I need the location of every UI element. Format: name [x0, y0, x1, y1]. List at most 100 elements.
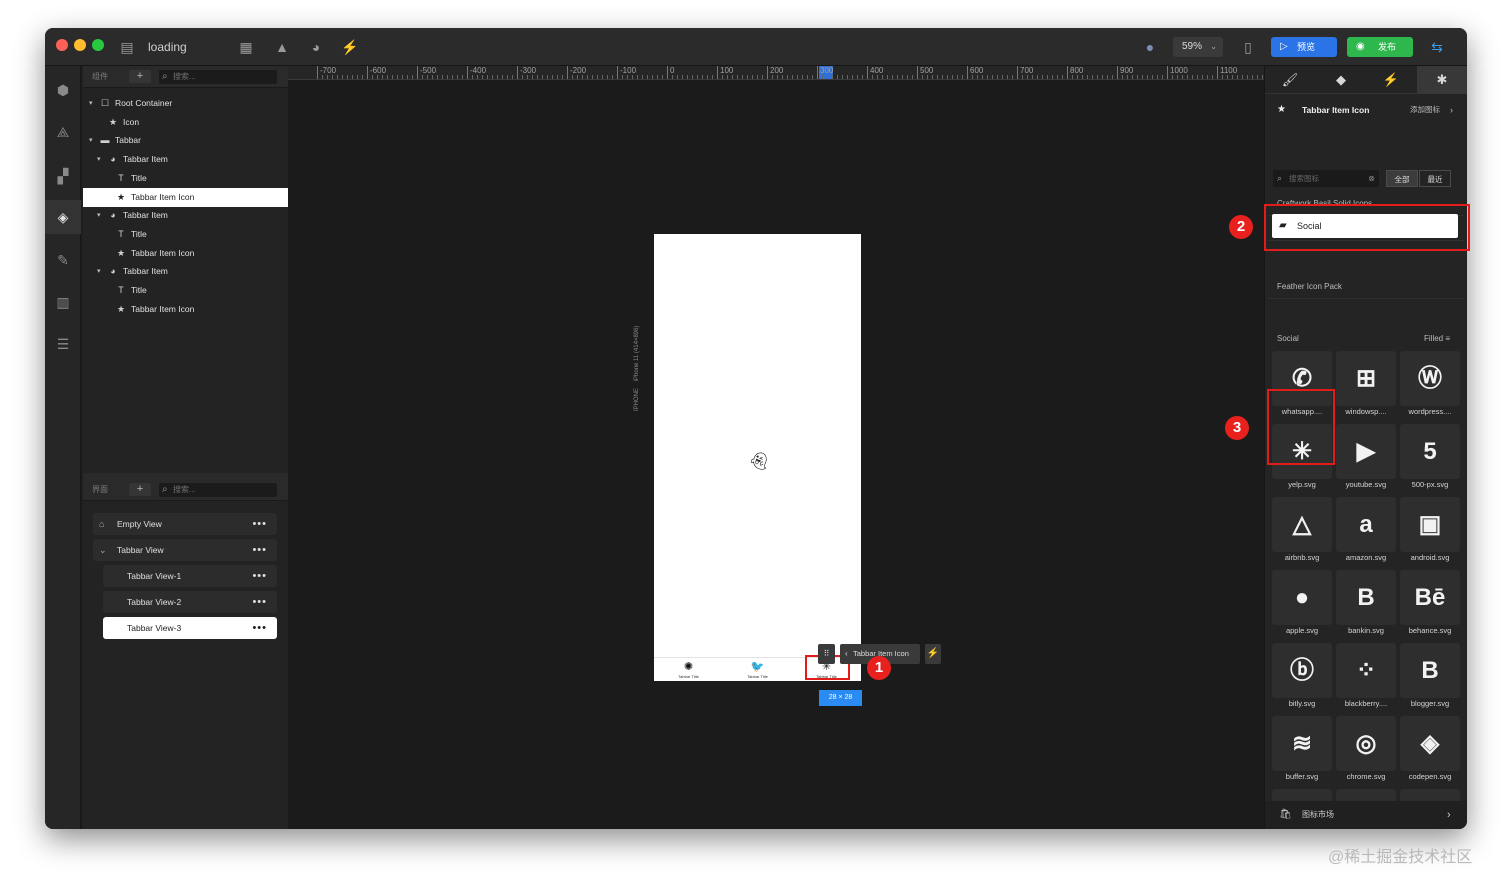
- icon-cell[interactable]: ≋ buffer.svg: [1272, 716, 1332, 786]
- icon-cell[interactable]: ▣ android.svg: [1400, 497, 1460, 567]
- icon-cell[interactable]: ◈ codepen.svg: [1400, 716, 1460, 786]
- page-icon[interactable]: ▦: [237, 38, 255, 56]
- bolt-icon[interactable]: ⚡: [925, 644, 941, 664]
- interaction-tab-bolt-icon[interactable]: ⚡: [1366, 66, 1416, 94]
- add-page-button[interactable]: +: [129, 483, 151, 496]
- drag-handle-icon[interactable]: ⠿: [818, 644, 835, 664]
- filter-all-tab[interactable]: 全部: [1386, 170, 1418, 187]
- youtube-icon[interactable]: ▶: [1336, 424, 1396, 479]
- add-component-button[interactable]: +: [129, 70, 151, 83]
- expand-caret-icon[interactable]: ▾: [97, 206, 101, 225]
- apple-icon[interactable]: ●: [1272, 570, 1332, 625]
- expand-caret-icon[interactable]: ▾: [97, 150, 101, 169]
- icon-cell[interactable]: Bbankin.svg: [1336, 570, 1396, 640]
- expand-caret-icon[interactable]: ▾: [89, 131, 93, 150]
- layers-search-input[interactable]: 搜索...: [159, 70, 277, 84]
- page-row[interactable]: Tabbar View-3 •••: [103, 617, 277, 639]
- chrome-icon[interactable]: ◎: [1336, 716, 1396, 771]
- icon-cell[interactable]: △ airbnb.svg: [1272, 497, 1332, 567]
- interaction-icon[interactable]: ⚡: [341, 38, 359, 56]
- layer-row[interactable]: T Title: [83, 169, 288, 188]
- library-item[interactable]: Feather Icon Pack: [1268, 275, 1464, 299]
- add-icon-button[interactable]: 添加图标: [1410, 99, 1440, 121]
- codepen-icon[interactable]: ◈: [1400, 716, 1460, 771]
- layers-icon[interactable]: ◈: [53, 207, 73, 227]
- bitly-icon[interactable]: ⓑ: [1272, 643, 1332, 698]
- sidebar-toggle-icon[interactable]: ▤: [118, 38, 136, 56]
- minimize-window-button[interactable]: [74, 39, 86, 51]
- windows-icon[interactable]: ⊞: [1336, 351, 1396, 406]
- shape-icon[interactable]: ▲: [273, 38, 291, 56]
- icon-cell[interactable]: ⊞ windowsp....: [1336, 351, 1396, 421]
- icon-cell[interactable]: ⓑ bitly.svg: [1272, 643, 1332, 713]
- more-options-icon[interactable]: •••: [252, 539, 267, 561]
- dribbble-icon[interactable]: ✺: [654, 658, 723, 674]
- tabbar-item[interactable]: 🐦 Tabbar Title: [723, 658, 792, 682]
- chevron-right-icon[interactable]: ›: [1447, 801, 1451, 829]
- layout-icon[interactable]: ▥: [53, 292, 73, 312]
- zoom-select[interactable]: 59% ⌄: [1173, 37, 1223, 57]
- layer-row[interactable]: ▾ ☐ Root Container: [83, 94, 288, 113]
- layer-row[interactable]: ▾ ◕ Tabbar Item: [83, 206, 288, 225]
- icon-tab-icon[interactable]: ✱: [1417, 66, 1467, 94]
- blackberry-icon[interactable]: ⁘: [1336, 643, 1396, 698]
- expand-caret-icon[interactable]: ▾: [97, 262, 101, 281]
- snapchat-ghost-icon[interactable]: 👻︎: [748, 452, 770, 472]
- more-options-icon[interactable]: •••: [252, 565, 267, 587]
- icon-cell[interactable]: ◎ chrome.svg: [1336, 716, 1396, 786]
- more-options-icon[interactable]: •••: [252, 513, 267, 535]
- widgets-icon[interactable]: ▞: [53, 166, 73, 186]
- page-row[interactable]: Tabbar View-2 •••: [103, 591, 277, 613]
- more-options-icon[interactable]: •••: [252, 617, 267, 639]
- layer-row[interactable]: T Title: [83, 281, 288, 300]
- pages-search-input[interactable]: 搜索...: [159, 483, 277, 497]
- device-frame[interactable]: 👻︎ ✺ Tabbar Title 🐦 Tabbar Title ✳ Tabbar Tit…: [654, 234, 861, 681]
- page-row[interactable]: Tabbar View-1 •••: [103, 565, 277, 587]
- chevron-right-icon[interactable]: ›: [1450, 99, 1453, 121]
- page-row[interactable]: ⌂ Empty View •••: [93, 513, 277, 535]
- bankin-icon[interactable]: B: [1336, 570, 1396, 625]
- device-icon[interactable]: ▯: [1239, 38, 1257, 56]
- component-tab-icon[interactable]: ◆: [1316, 66, 1366, 94]
- amazon-icon[interactable]: a: [1336, 497, 1396, 552]
- layer-row[interactable]: ▾ ◕ Tabbar Item: [83, 262, 288, 281]
- style-tab-brush-icon[interactable]: 🖌︎: [1265, 66, 1315, 94]
- more-options-icon[interactable]: •••: [252, 591, 267, 613]
- buffer-icon[interactable]: ≋: [1272, 716, 1332, 771]
- behance-icon[interactable]: Bē: [1400, 570, 1460, 625]
- layer-row[interactable]: ▾ ▬ Tabbar: [83, 131, 288, 150]
- icon-cell[interactable]: Bblogger.svg: [1400, 643, 1460, 713]
- component-icon[interactable]: ⬢: [53, 80, 73, 100]
- list-icon[interactable]: ☰: [53, 334, 73, 354]
- wordpress-icon[interactable]: Ⓦ: [1400, 351, 1460, 406]
- twitter-icon[interactable]: 🐦: [723, 658, 792, 674]
- hierarchy-icon[interactable]: ⟁: [53, 122, 73, 142]
- icon-cell[interactable]: Ⓦwordpress....: [1400, 351, 1460, 421]
- design-canvas[interactable]: -700 -600 -500 -400 -300 -200 -100 0 100 200 300 40…: [288, 66, 1264, 829]
- maximize-window-button[interactable]: [92, 39, 104, 51]
- layer-row[interactable]: T Title: [83, 225, 288, 244]
- settings-sliders-icon[interactable]: ⇆: [1428, 38, 1446, 56]
- expand-caret-icon[interactable]: ▾: [89, 94, 93, 113]
- layer-row[interactable]: ★ Tabbar Item Icon: [83, 244, 288, 263]
- icon-market-footer[interactable]: 🛍︎ 图标市场 ›: [1265, 801, 1467, 829]
- preview-button[interactable]: ▷ 预览: [1271, 37, 1337, 57]
- airbnb-icon[interactable]: △: [1272, 497, 1332, 552]
- layer-row[interactable]: ▾ ◕ Tabbar Item: [83, 150, 288, 169]
- layer-row[interactable]: ★ Tabbar Item Icon: [83, 187, 288, 207]
- filled-filter[interactable]: Filled ≡: [1424, 334, 1450, 343]
- android-icon[interactable]: ▣: [1400, 497, 1460, 552]
- icon-cell[interactable]: a amazon.svg: [1336, 497, 1396, 567]
- icon-cell[interactable]: Bē behance.svg: [1400, 570, 1460, 640]
- icon-cell[interactable]: 5 500-px.svg: [1400, 424, 1460, 494]
- icon-cell[interactable]: ▶ youtube.svg: [1336, 424, 1396, 494]
- icon-cell[interactable]: ⁘ blackberry....: [1336, 643, 1396, 713]
- icon-search-input[interactable]: ⌕ 搜索图标 ⊗: [1273, 170, 1379, 187]
- user-avatar[interactable]: ●: [1141, 38, 1159, 56]
- clear-search-icon[interactable]: ⊗: [1368, 170, 1375, 187]
- tabbar-item[interactable]: ✺ Tabbar Title: [654, 658, 723, 682]
- close-window-button[interactable]: [56, 39, 68, 51]
- assets-icon[interactable]: ◕: [307, 38, 325, 56]
- pin-icon[interactable]: ✎: [53, 250, 73, 270]
- layer-row[interactable]: ★ Icon: [83, 113, 288, 132]
